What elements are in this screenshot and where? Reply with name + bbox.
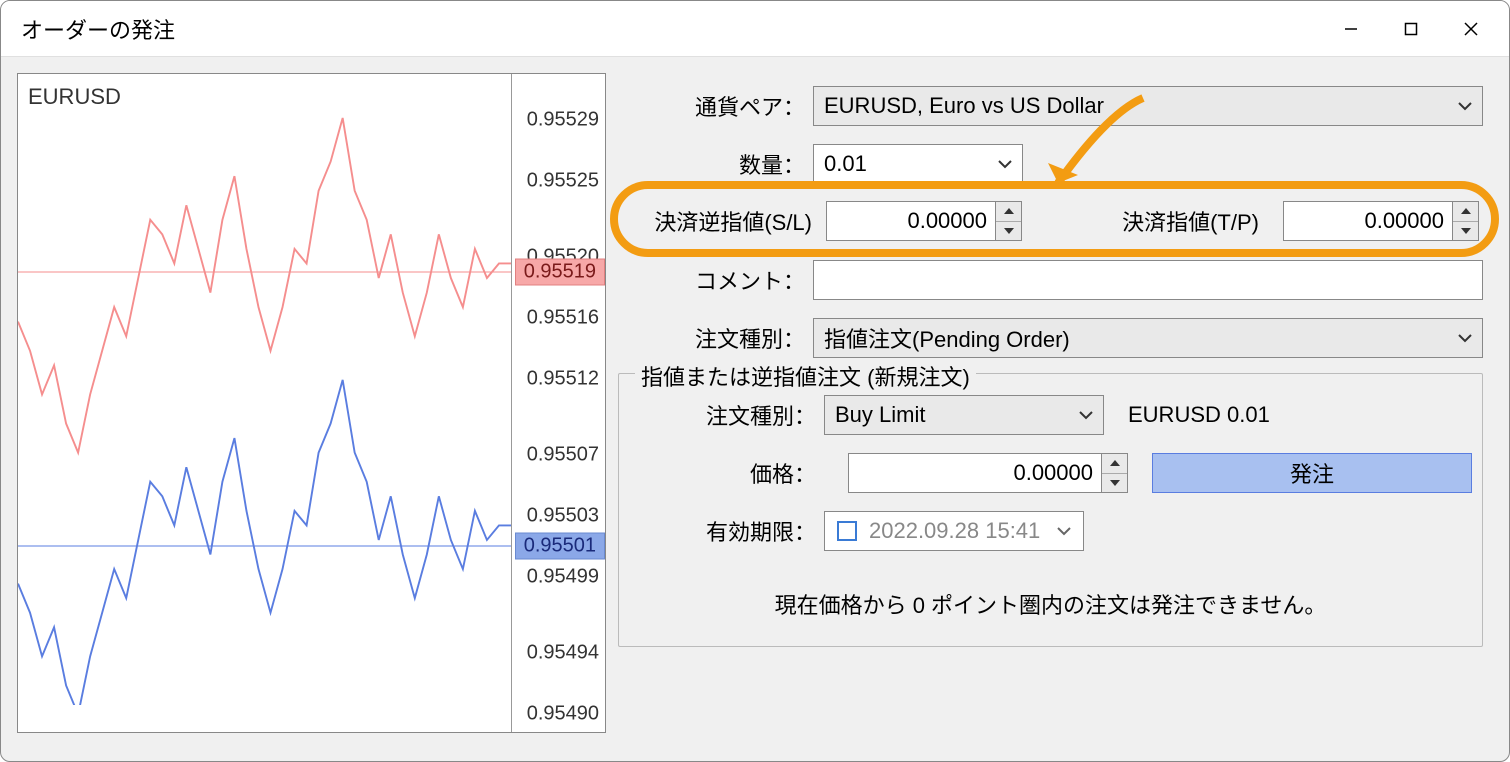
y-tick: 0.95490: [527, 703, 599, 726]
y-tick: 0.95512: [527, 367, 599, 390]
chevron-down-icon: [1458, 101, 1472, 111]
pending-group: 指値または逆指値注文 (新規注文) 注文種別： Buy Limit EURUSD…: [618, 373, 1483, 647]
ask-line: [18, 272, 511, 273]
type-label: 注文種別：: [618, 322, 813, 354]
price-up[interactable]: [1102, 454, 1127, 474]
volume-label: 数量：: [618, 148, 813, 180]
symbol-label: 通貨ペア：: [618, 90, 813, 122]
titlebar: オーダーの発注: [1, 1, 1509, 57]
triangle-up-icon: [1004, 208, 1014, 214]
order-form: 通貨ペア： EURUSD, Euro vs US Dollar 数量： 0.01…: [618, 73, 1493, 745]
type-value: 指値注文(Pending Order): [824, 322, 1070, 354]
pending-info: EURUSD 0.01: [1128, 402, 1270, 428]
comment-input[interactable]: [813, 260, 1483, 300]
volume-value: 0.01: [824, 151, 867, 177]
symbol-value: EURUSD, Euro vs US Dollar: [824, 93, 1104, 119]
triangle-up-icon: [1461, 208, 1471, 214]
y-tick: 0.95494: [527, 642, 599, 665]
sl-down[interactable]: [996, 222, 1021, 241]
expiry-input[interactable]: 2022.09.28 15:41: [824, 511, 1084, 551]
tp-down[interactable]: [1453, 222, 1478, 241]
restriction-note: 現在価格から 0 ポイント圏内の注文は発注できません。: [629, 588, 1472, 620]
price-input[interactable]: [848, 453, 1128, 493]
price-field[interactable]: [848, 453, 1102, 493]
y-tick: 0.95529: [527, 109, 599, 132]
pending-type-value: Buy Limit: [835, 402, 925, 428]
sl-label: 決済逆指値(S/L): [622, 205, 812, 237]
chevron-down-icon: [1057, 526, 1071, 536]
send-button[interactable]: 発注: [1152, 453, 1472, 493]
tp-up[interactable]: [1453, 202, 1478, 222]
bid-badge: 0.95501: [515, 533, 605, 560]
chart-y-axis: 0.955290.955250.955200.955160.955120.955…: [511, 74, 605, 732]
comment-row: コメント：: [618, 257, 1483, 303]
sl-input[interactable]: [826, 201, 1022, 241]
type-row: 注文種別： 指値注文(Pending Order): [618, 315, 1483, 361]
order-window: オーダーの発注 EURUSD 0.955290.955250.955200.95…: [0, 0, 1510, 762]
expiry-label: 有効期限：: [629, 515, 824, 547]
expiry-row: 有効期限： 2022.09.28 15:41: [629, 508, 1472, 554]
sl-up[interactable]: [996, 202, 1021, 222]
minimize-button[interactable]: [1321, 5, 1381, 53]
symbol-row: 通貨ペア： EURUSD, Euro vs US Dollar: [618, 83, 1483, 129]
volume-row: 数量： 0.01: [618, 141, 1483, 187]
y-tick: 0.95503: [527, 505, 599, 528]
y-tick: 0.95507: [527, 444, 599, 467]
pending-type-select[interactable]: Buy Limit: [824, 395, 1104, 435]
y-tick: 0.95516: [527, 307, 599, 330]
tp-label: 決済指値(T/P): [1036, 205, 1269, 237]
triangle-down-icon: [1110, 480, 1120, 486]
price-row: 価格： 発注: [629, 450, 1472, 496]
triangle-down-icon: [1004, 228, 1014, 234]
chart-panel: EURUSD 0.955290.955250.955200.955160.955…: [17, 73, 606, 733]
price-spinner[interactable]: [1102, 453, 1128, 493]
window-title: オーダーの発注: [21, 13, 1321, 45]
chevron-down-icon: [1079, 410, 1093, 420]
ask-badge: 0.95519: [515, 259, 605, 286]
comment-label: コメント：: [618, 264, 813, 296]
y-tick: 0.95499: [527, 565, 599, 588]
pending-type-label: 注文種別：: [629, 399, 824, 431]
sl-field[interactable]: [826, 201, 996, 241]
maximize-button[interactable]: [1381, 5, 1441, 53]
send-button-label: 発注: [1290, 457, 1334, 489]
sl-spinner[interactable]: [996, 201, 1022, 241]
sltp-row: 決済逆指値(S/L) 決済指値(T/P): [618, 191, 1483, 251]
pending-group-title: 指値または逆指値注文 (新規注文): [635, 360, 976, 392]
tp-spinner[interactable]: [1453, 201, 1479, 241]
pending-type-row: 注文種別： Buy Limit EURUSD 0.01: [629, 392, 1472, 438]
triangle-up-icon: [1110, 460, 1120, 466]
price-down[interactable]: [1102, 474, 1127, 493]
symbol-select[interactable]: EURUSD, Euro vs US Dollar: [813, 86, 1483, 126]
chevron-down-icon: [1458, 333, 1472, 343]
window-buttons: [1321, 5, 1501, 53]
price-label: 価格：: [629, 457, 824, 489]
chart-plot: [18, 74, 511, 705]
body: EURUSD 0.955290.955250.955200.955160.955…: [1, 57, 1509, 761]
bid-line: [18, 546, 511, 547]
volume-select[interactable]: 0.01: [813, 144, 1023, 184]
triangle-down-icon: [1461, 228, 1471, 234]
expiry-checkbox[interactable]: [837, 521, 857, 541]
y-tick: 0.95525: [527, 169, 599, 192]
close-button[interactable]: [1441, 5, 1501, 53]
type-select[interactable]: 指値注文(Pending Order): [813, 318, 1483, 358]
chevron-down-icon: [998, 159, 1012, 169]
expiry-value: 2022.09.28 15:41: [869, 518, 1040, 544]
tp-field[interactable]: [1283, 201, 1453, 241]
tp-input[interactable]: [1283, 201, 1479, 241]
